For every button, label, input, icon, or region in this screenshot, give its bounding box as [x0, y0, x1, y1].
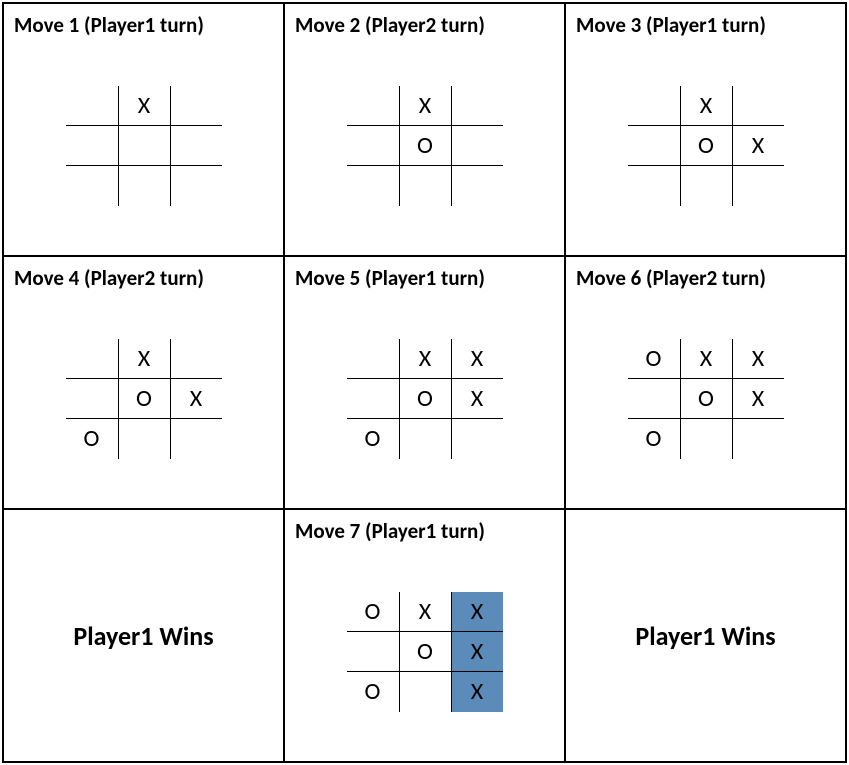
- panel-title: Move 2 (Player2 turn): [295, 12, 554, 38]
- cell-2-0: [66, 166, 118, 206]
- cell-0-2: [732, 86, 784, 126]
- cell-0-0: [347, 86, 399, 126]
- board: O X X O X O: [628, 339, 784, 459]
- board: X X O X O: [347, 339, 503, 459]
- cell-2-2: [732, 419, 784, 459]
- move-panel-6: Move 6 (Player2 turn) O X X O X O: [565, 256, 846, 509]
- cell-1-0: [628, 126, 680, 166]
- cell-0-1: X: [399, 86, 451, 126]
- cell-0-0: [347, 339, 399, 379]
- cell-2-0: O: [347, 419, 399, 459]
- cell-0-0: O: [628, 339, 680, 379]
- cell-1-1: O: [680, 126, 732, 166]
- cell-1-2: X: [170, 379, 222, 419]
- cell-2-1: [680, 419, 732, 459]
- cell-1-2: X: [732, 126, 784, 166]
- board: X O X: [628, 86, 784, 206]
- cell-1-0: [66, 126, 118, 166]
- cell-1-0: [347, 379, 399, 419]
- cell-0-1: X: [399, 339, 451, 379]
- cell-0-2: [451, 86, 503, 126]
- cell-1-2: [170, 126, 222, 166]
- cell-2-2: [451, 419, 503, 459]
- board-wrap: O X X O X O: [576, 297, 835, 500]
- board-wrap: X O X: [576, 44, 835, 247]
- cell-2-1: [399, 419, 451, 459]
- cell-0-2: [170, 86, 222, 126]
- cell-2-2: [170, 166, 222, 206]
- cell-1-0: [347, 126, 399, 166]
- move-panel-4: Move 4 (Player2 turn) X O X O: [3, 256, 284, 509]
- panel-title: Move 1 (Player1 turn): [14, 12, 273, 38]
- board: X O: [347, 86, 503, 206]
- cell-2-0: O: [347, 672, 399, 712]
- panel-title: Move 6 (Player2 turn): [576, 265, 835, 291]
- cell-1-2: X: [451, 632, 503, 672]
- cell-1-2: [451, 126, 503, 166]
- cell-1-1: O: [680, 379, 732, 419]
- board: X: [66, 86, 222, 206]
- result-panel-right: Player1 Wins: [565, 509, 846, 762]
- cell-0-2: X: [451, 592, 503, 632]
- cell-2-2: [732, 166, 784, 206]
- cell-2-2: [451, 166, 503, 206]
- cell-1-1: O: [399, 632, 451, 672]
- cell-1-2: X: [451, 379, 503, 419]
- cell-1-1: O: [118, 379, 170, 419]
- result-text: Player1 Wins: [635, 620, 775, 652]
- cell-0-0: [66, 339, 118, 379]
- board: X O X O: [66, 339, 222, 459]
- cell-2-0: O: [66, 419, 118, 459]
- board-wrap: X: [14, 44, 273, 247]
- cell-1-0: [347, 632, 399, 672]
- move-panel-2: Move 2 (Player2 turn) X O: [284, 3, 565, 256]
- result-text: Player1 Wins: [73, 620, 213, 652]
- cell-0-2: X: [451, 339, 503, 379]
- cell-0-1: X: [118, 86, 170, 126]
- cell-1-1: [118, 126, 170, 166]
- move-panel-3: Move 3 (Player1 turn) X O X: [565, 3, 846, 256]
- cell-1-2: X: [732, 379, 784, 419]
- result-panel-left: Player1 Wins: [3, 509, 284, 762]
- cell-0-1: X: [118, 339, 170, 379]
- cell-0-0: [66, 86, 118, 126]
- board-wrap: O X X O X O X: [295, 550, 554, 753]
- board-wrap: X O X O: [14, 297, 273, 500]
- panel-grid: Move 1 (Player1 turn) X Move 2 (Player2 …: [2, 2, 847, 763]
- panel-title: Move 7 (Player1 turn): [295, 518, 554, 544]
- cell-2-0: [347, 166, 399, 206]
- cell-1-0: [628, 379, 680, 419]
- board: O X X O X O X: [347, 592, 503, 712]
- cell-2-1: [399, 672, 451, 712]
- cell-0-1: X: [680, 339, 732, 379]
- cell-0-1: X: [680, 86, 732, 126]
- cell-0-0: [628, 86, 680, 126]
- cell-2-0: [628, 166, 680, 206]
- cell-0-1: X: [399, 592, 451, 632]
- panel-title: Move 3 (Player1 turn): [576, 12, 835, 38]
- cell-2-1: [399, 166, 451, 206]
- cell-1-0: [66, 379, 118, 419]
- move-panel-5: Move 5 (Player1 turn) X X O X O: [284, 256, 565, 509]
- move-panel-7: Move 7 (Player1 turn) O X X O X O X: [284, 509, 565, 762]
- cell-2-1: [680, 166, 732, 206]
- cell-0-2: [170, 339, 222, 379]
- cell-1-1: O: [399, 126, 451, 166]
- cell-0-0: O: [347, 592, 399, 632]
- cell-2-1: [118, 166, 170, 206]
- move-panel-1: Move 1 (Player1 turn) X: [3, 3, 284, 256]
- board-wrap: X X O X O: [295, 297, 554, 500]
- board-wrap: X O: [295, 44, 554, 247]
- panel-title: Move 4 (Player2 turn): [14, 265, 273, 291]
- cell-2-0: O: [628, 419, 680, 459]
- cell-2-2: [170, 419, 222, 459]
- cell-2-1: [118, 419, 170, 459]
- panel-title: Move 5 (Player1 turn): [295, 265, 554, 291]
- cell-0-2: X: [732, 339, 784, 379]
- cell-2-2: X: [451, 672, 503, 712]
- cell-1-1: O: [399, 379, 451, 419]
